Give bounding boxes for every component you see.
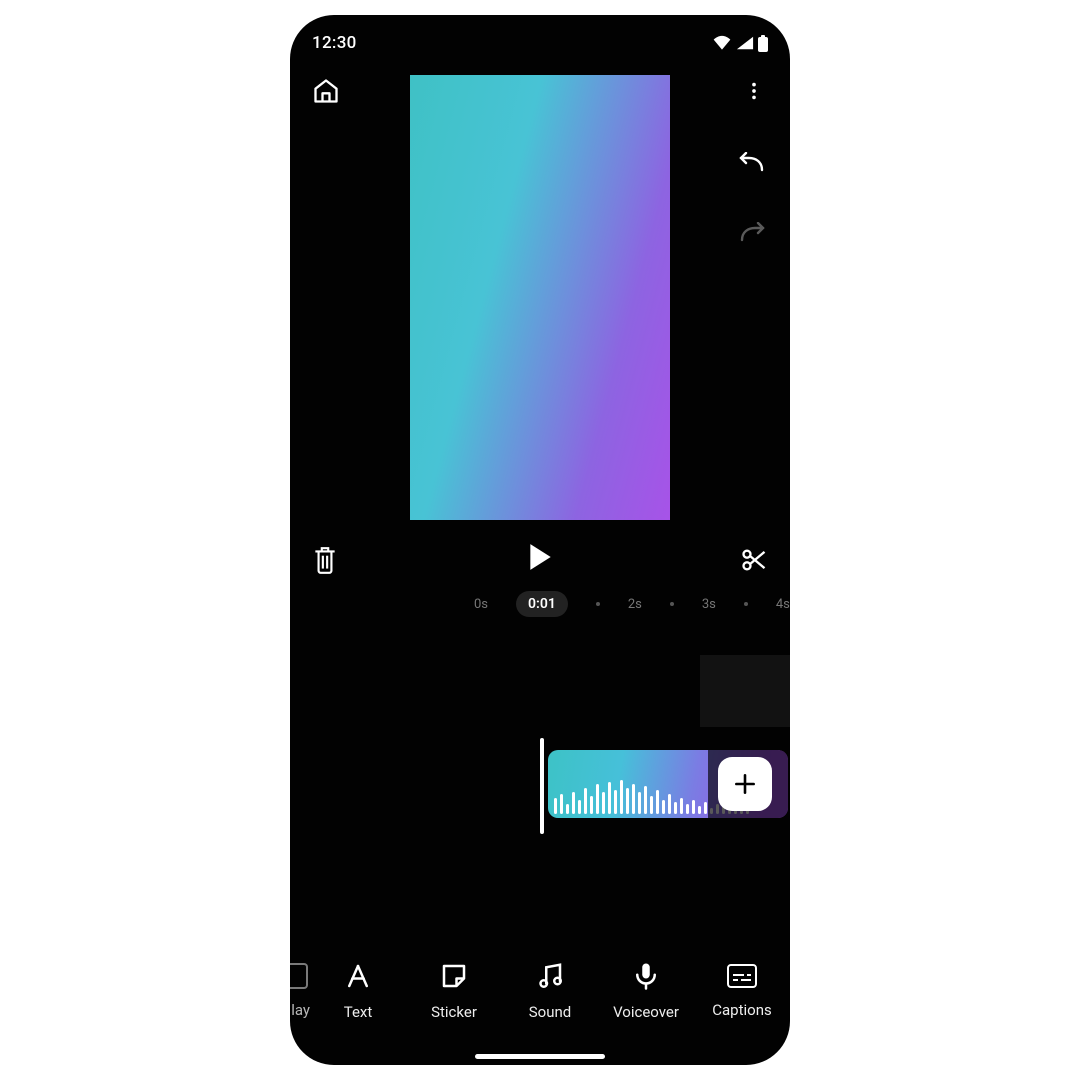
trash-icon [312,545,338,575]
home-icon [312,77,340,105]
status-icons [712,35,768,52]
play-icon [527,542,553,572]
ruler-tick: 0s [474,597,488,612]
tool-label: Sticker [431,1003,477,1021]
ruler-dot [670,602,674,606]
video-preview[interactable] [410,75,670,520]
bottom-toolbar: lay Text Sticker Sound Voiceover Caption… [290,941,790,1041]
tool-overlay-partial[interactable]: lay [290,956,310,1026]
home-indicator[interactable] [475,1054,605,1059]
sticker-icon [439,961,469,991]
tool-sticker[interactable]: Sticker [406,961,502,1021]
tool-label: Sound [529,1003,571,1021]
undo-icon [737,152,767,178]
timeline-ruler[interactable]: 0s 0:01 2s 3s 4s [290,591,790,627]
playhead[interactable] [540,738,544,834]
tool-voiceover[interactable]: Voiceover [598,961,694,1021]
battery-icon [758,35,768,52]
music-icon [535,961,565,991]
text-icon [343,961,373,991]
home-button[interactable] [308,73,344,109]
current-time-pill: 0:01 [516,591,568,617]
redo-icon [737,222,767,248]
overlay-icon [290,963,308,989]
ruler-dot [744,602,748,606]
status-bar: 12:30 [290,25,790,61]
redo-button[interactable] [732,215,772,255]
tool-text[interactable]: Text [310,961,406,1021]
clip-track[interactable] [290,750,790,822]
ruler-tick: 4s [776,597,790,612]
tool-sound[interactable]: Sound [502,961,598,1021]
more-vertical-icon [743,80,765,102]
add-clip-button[interactable] [718,757,772,811]
wifi-icon [712,35,732,51]
ruler-tick: 3s [702,597,716,612]
tool-label: Captions [712,1001,771,1019]
signal-icon [736,35,754,51]
tool-label: Voiceover [613,1003,679,1021]
play-button[interactable] [518,535,562,579]
status-time: 12:30 [312,33,357,53]
ruler-dot [596,602,600,606]
phone-frame: 12:30 0s [290,15,790,1065]
delete-button[interactable] [312,545,338,575]
ruler-tick: 2s [628,597,642,612]
secondary-track-placeholder [700,655,790,727]
plus-icon [732,771,758,797]
tool-label: Text [344,1003,373,1021]
scissors-icon [740,546,768,574]
tool-captions[interactable]: Captions [694,963,790,1019]
captions-icon [726,963,758,989]
cut-button[interactable] [740,546,768,574]
undo-button[interactable] [732,145,772,185]
overflow-menu-button[interactable] [736,73,772,109]
mic-icon [631,961,661,991]
tool-label: lay [291,1001,310,1019]
